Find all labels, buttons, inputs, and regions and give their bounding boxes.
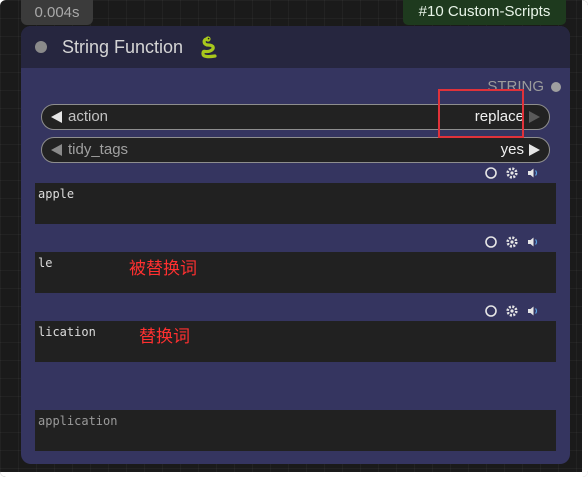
replace-highlight-box xyxy=(438,89,524,138)
text-input-1-controls xyxy=(484,166,540,180)
execution-time-badge: 0.004s xyxy=(21,0,93,25)
action-label: action xyxy=(68,108,109,125)
tidy-tags-label: tidy_tags xyxy=(68,141,129,158)
node-header[interactable]: String Function xyxy=(21,26,570,68)
snake-icon xyxy=(201,36,217,59)
text-input-3[interactable]: lication xyxy=(35,321,556,362)
speaker-icon[interactable] xyxy=(526,304,540,318)
gear-icon[interactable] xyxy=(505,304,519,318)
tidy-tags-combo[interactable]: tidy_tags yes xyxy=(41,137,550,163)
tidy-tags-value[interactable]: yes xyxy=(501,141,524,159)
replacement-word-annotation: 替换词 xyxy=(139,327,190,347)
node-id-badge: #10 Custom-Scripts xyxy=(403,0,566,25)
speaker-icon[interactable] xyxy=(526,235,540,249)
circle-icon[interactable] xyxy=(484,235,498,249)
screenshot-edge-bottom xyxy=(0,472,588,477)
screenshot-edge-right xyxy=(582,0,588,477)
result-preview: application xyxy=(35,410,556,451)
text-input-2-controls xyxy=(484,235,540,249)
collapse-toggle[interactable] xyxy=(35,41,47,53)
tidy-tags-prev-arrow[interactable] xyxy=(51,144,62,156)
text-input-2[interactable]: le xyxy=(35,252,556,293)
circle-icon[interactable] xyxy=(484,304,498,318)
output-slot-string[interactable] xyxy=(551,82,561,92)
speaker-icon[interactable] xyxy=(526,166,540,180)
action-prev-arrow[interactable] xyxy=(51,111,62,123)
circle-icon[interactable] xyxy=(484,166,498,180)
gear-icon[interactable] xyxy=(505,235,519,249)
node-title: String Function xyxy=(62,37,184,57)
replaced-word-annotation: 被替换词 xyxy=(129,259,197,279)
text-input-3-controls xyxy=(484,304,540,318)
gear-icon[interactable] xyxy=(505,166,519,180)
tidy-tags-next-arrow[interactable] xyxy=(529,144,540,156)
text-input-1[interactable]: apple xyxy=(35,183,556,224)
graph-canvas[interactable]: 0.004s #10 Custom-Scripts String Functio… xyxy=(0,0,588,477)
action-next-arrow[interactable] xyxy=(529,111,540,123)
